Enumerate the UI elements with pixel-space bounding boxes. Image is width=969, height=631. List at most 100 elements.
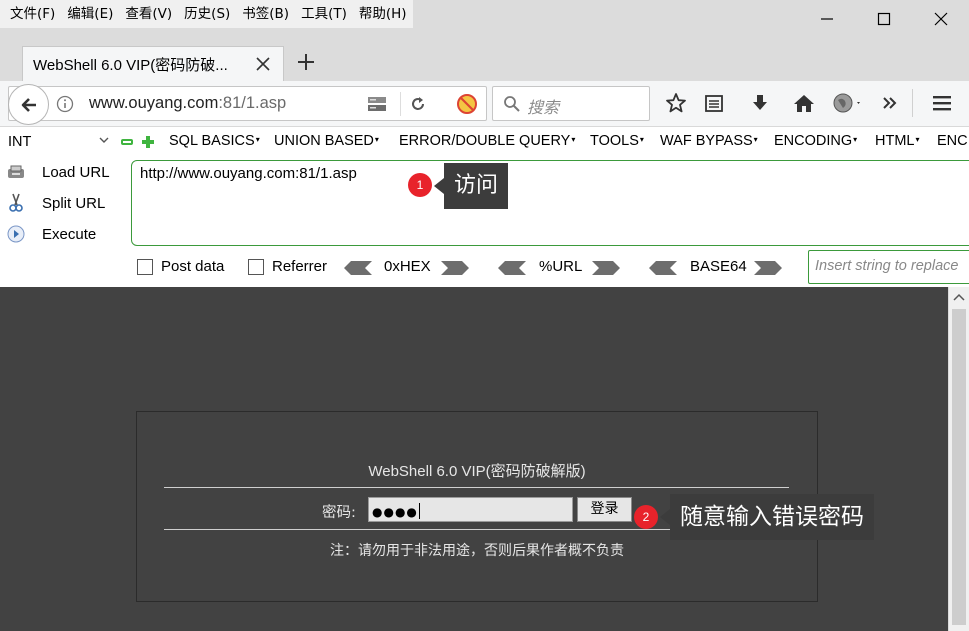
- dropdown-arrow-icon: ▾: [753, 135, 758, 144]
- browser-tab[interactable]: WebShell 6.0 VIP(密码防破...: [22, 46, 284, 81]
- menu-union-based-label: UNION BASED: [274, 133, 374, 149]
- scrollbar-thumb[interactable]: [952, 309, 966, 625]
- login-button[interactable]: 登录: [577, 497, 632, 522]
- plus-icon[interactable]: [142, 136, 154, 148]
- url-text[interactable]: www.ouyang.com:81/1.asp: [89, 94, 286, 113]
- load-url-icon: [6, 162, 26, 182]
- home-icon: [794, 95, 814, 112]
- referrer-checkbox[interactable]: [248, 259, 264, 275]
- minus-icon[interactable]: [121, 137, 133, 147]
- split-url-button[interactable]: Split URL: [0, 189, 125, 217]
- menu-tools-label: TOOLS: [590, 133, 639, 149]
- step-badge-1: 1: [408, 173, 432, 197]
- tab-strip: WebShell 6.0 VIP(密码防破...: [0, 28, 969, 81]
- home-button[interactable]: [790, 89, 818, 117]
- chevron-down-icon: [99, 137, 109, 143]
- post-data-label: Post data: [161, 258, 225, 275]
- maximize-icon: [877, 12, 890, 26]
- encode-arrow-icon[interactable]: [753, 260, 783, 276]
- encode-arrow-icon[interactable]: [591, 260, 621, 276]
- execute-label: Execute: [42, 225, 97, 243]
- hackbar-url-value: http://www.ouyang.com:81/1.asp: [140, 165, 357, 182]
- step-badge-2: 2: [634, 505, 658, 529]
- server-icon[interactable]: [366, 94, 388, 114]
- replace-placeholder: Insert string to replace: [815, 258, 959, 274]
- load-url-label: Load URL: [42, 163, 110, 181]
- base64-label: BASE64: [690, 258, 747, 275]
- reload-icon[interactable]: [409, 95, 427, 113]
- password-input[interactable]: ●●●●: [368, 497, 573, 522]
- menu-bookmarks[interactable]: 书签(B): [236, 0, 295, 28]
- replace-string-input[interactable]: Insert string to replace: [808, 250, 969, 284]
- divider: [400, 92, 401, 116]
- page-content: WebShell 6.0 VIP(密码防破解版) 密码: ●●●● 登录 注：请…: [0, 287, 948, 631]
- password-label: 密码:: [322, 505, 356, 521]
- divider: [912, 89, 913, 117]
- new-tab-icon[interactable]: [294, 48, 318, 76]
- load-url-button[interactable]: Load URL: [0, 158, 125, 186]
- url-host: www.ouyang.com: [89, 94, 219, 112]
- disclaimer-note: 注：请勿用于非法用途，否则后果作者概不负责: [330, 543, 624, 559]
- no-script-icon[interactable]: [456, 93, 478, 115]
- menu-enc-label: ENC: [937, 133, 968, 149]
- reading-list-icon: [705, 95, 723, 112]
- search-icon: [504, 96, 520, 112]
- bookmark-star-button[interactable]: [662, 89, 690, 117]
- download-arrow-icon: [753, 95, 767, 110]
- menu-html[interactable]: HTML▾: [875, 133, 920, 149]
- dropdown-arrow-icon: ▾: [915, 135, 920, 144]
- dropdown-arrow-icon: ▾: [853, 135, 858, 144]
- menu-enc[interactable]: ENC: [937, 133, 968, 149]
- menu-waf-bypass[interactable]: WAF BYPASS▾: [660, 133, 758, 149]
- url-path: :81/1.asp: [218, 94, 287, 112]
- menu-tools[interactable]: TOOLS▾: [590, 133, 644, 149]
- menu-waf-bypass-label: WAF BYPASS: [660, 133, 753, 149]
- menu-items: 文件(F) 编辑(E) 查看(V) 历史(S) 书签(B) 工具(T) 帮助(H…: [0, 0, 413, 28]
- hackbar-select[interactable]: INT: [2, 131, 114, 153]
- url-bar[interactable]: www.ouyang.com:81/1.asp: [8, 84, 487, 125]
- menu-edit[interactable]: 编辑(E): [61, 0, 119, 28]
- menu-encoding[interactable]: ENCODING▾: [774, 133, 857, 149]
- hackbar-select-value: INT: [8, 134, 32, 150]
- tab-close-icon[interactable]: [253, 54, 273, 74]
- back-button[interactable]: [8, 84, 49, 125]
- star-icon: [666, 93, 686, 113]
- scroll-up-arrow-icon[interactable]: [953, 292, 965, 302]
- menu-history[interactable]: 历史(S): [178, 0, 236, 28]
- password-mask: ●●●●: [372, 505, 418, 519]
- menu-view[interactable]: 查看(V): [119, 0, 178, 28]
- menu-sql-basics[interactable]: SQL BASICS▾: [169, 133, 260, 149]
- reading-list-button[interactable]: [700, 89, 728, 117]
- back-arrow-icon: [21, 97, 36, 112]
- page-title: WebShell 6.0 VIP(密码防破解版): [368, 463, 586, 480]
- menu-tools[interactable]: 工具(T): [295, 0, 353, 28]
- menu-file[interactable]: 文件(F): [4, 0, 61, 28]
- menu-help[interactable]: 帮助(H): [353, 0, 413, 28]
- minimize-icon: [820, 18, 833, 20]
- tab-title: WebShell 6.0 VIP(密码防破...: [33, 56, 228, 74]
- dropdown-arrow-icon: ▾: [639, 135, 644, 144]
- decode-arrow-icon[interactable]: [497, 260, 527, 276]
- referrer-label: Referrer: [272, 258, 328, 275]
- menu-error-double-query[interactable]: ERROR/DOUBLE QUERY▾: [399, 133, 575, 149]
- main-menu-button[interactable]: [928, 89, 956, 117]
- decode-arrow-icon[interactable]: [648, 260, 678, 276]
- decode-arrow-icon[interactable]: [343, 260, 373, 276]
- post-data-checkbox[interactable]: [137, 259, 153, 275]
- page-scrollbar[interactable]: [948, 287, 969, 631]
- dropdown-arrow-icon: ▾: [374, 135, 379, 144]
- menu-union-based[interactable]: UNION BASED▾: [274, 133, 379, 149]
- overflow-button[interactable]: [876, 89, 904, 117]
- encode-arrow-icon[interactable]: [440, 260, 470, 276]
- execute-button[interactable]: Execute: [0, 220, 125, 248]
- text-caret: [418, 503, 420, 519]
- globe-menu-button[interactable]: [829, 89, 867, 117]
- dropdown-arrow-icon: ▾: [255, 135, 260, 144]
- callout-wrong-password: 随意输入错误密码: [660, 494, 874, 540]
- url-encode-label: %URL: [539, 258, 583, 275]
- downloads-button[interactable]: [746, 89, 774, 117]
- hackbar-url-textarea[interactable]: http://www.ouyang.com:81/1.asp: [131, 160, 969, 246]
- info-icon[interactable]: [56, 95, 74, 113]
- menu-error-double-query-label: ERROR/DOUBLE QUERY: [399, 133, 571, 149]
- search-bar[interactable]: 搜索: [492, 86, 650, 121]
